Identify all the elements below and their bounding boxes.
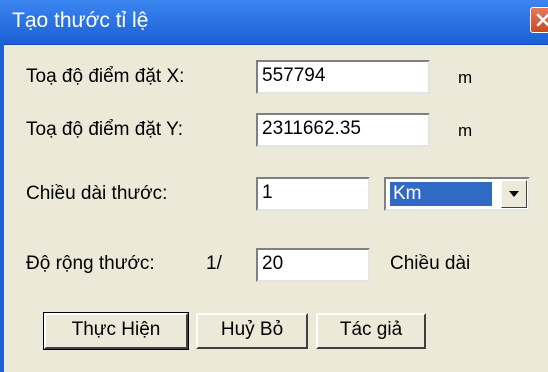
length-unit-select[interactable]: Km [384, 177, 530, 211]
width-label: Độ rộng thước: [26, 253, 155, 274]
window-title: Tạo thước tỉ lệ [12, 9, 149, 32]
close-button[interactable] [530, 7, 548, 33]
x-coordinate-label: Toạ độ điểm đặt X: [26, 66, 185, 87]
chevron-down-icon [509, 191, 519, 197]
y-coordinate-input[interactable]: 2311662.35 [256, 113, 430, 147]
y-unit-label: m [458, 121, 473, 140]
dropdown-button[interactable] [501, 180, 527, 208]
length-input[interactable]: 1 [256, 177, 370, 211]
width-suffix-label: Chiều dài [390, 253, 471, 274]
execute-button[interactable]: Thực Hiện [43, 312, 189, 350]
x-coordinate-input[interactable]: 557794 [256, 60, 430, 94]
y-coordinate-label: Toạ độ điểm đặt Y: [26, 119, 184, 140]
length-unit-selected: Km [390, 182, 492, 206]
x-unit-label: m [458, 68, 473, 87]
length-label: Chiều dài thước: [26, 183, 168, 204]
cancel-button[interactable]: Huỷ Bỏ [196, 313, 308, 349]
window-frame [0, 44, 4, 372]
width-ratio-prefix: 1/ [206, 253, 222, 274]
author-button[interactable]: Tác giả [316, 313, 426, 349]
title-bar[interactable]: Tạo thước tỉ lệ [0, 0, 548, 45]
width-input[interactable]: 20 [256, 248, 370, 282]
close-icon [536, 13, 548, 27]
scale-bar-dialog: Tạo thước tỉ lệ Toạ độ điểm đặt X: 55779… [0, 0, 548, 372]
